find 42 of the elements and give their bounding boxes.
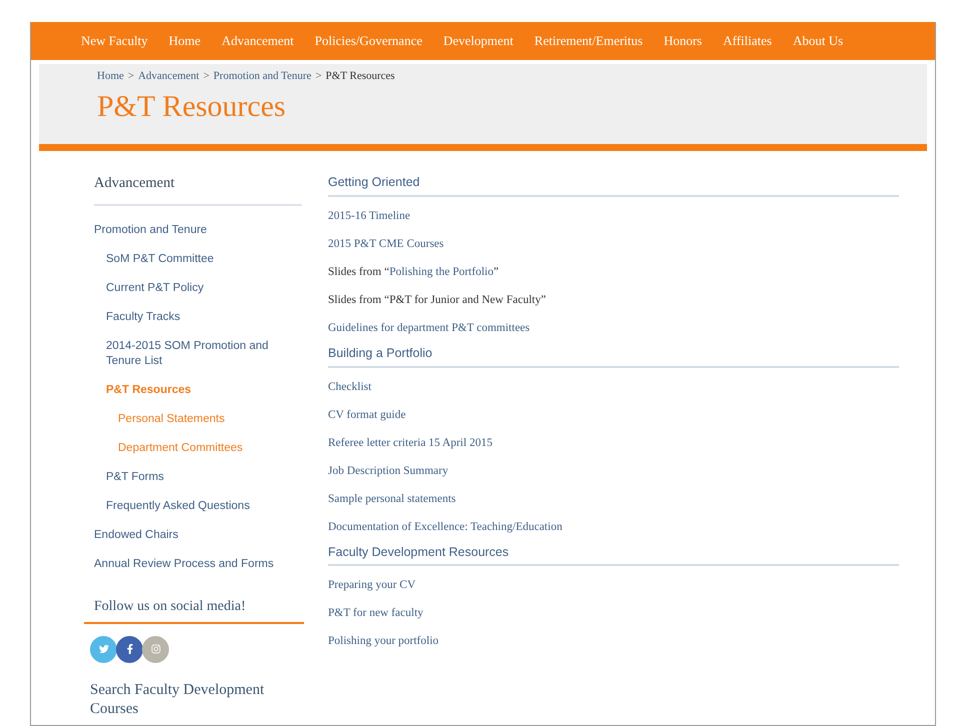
- sidebar-link[interactable]: SoM P&T Committee: [94, 244, 302, 274]
- sidebar-link[interactable]: Endowed Chairs: [94, 520, 302, 550]
- sidebar-link[interactable]: Frequently Asked Questions: [94, 492, 302, 521]
- resource-text: Slides from “P&T for Junior and New Faculty”: [328, 292, 547, 308]
- breadcrumb-separator: >: [315, 69, 322, 84]
- section-heading: Building a Portfolio: [328, 344, 899, 368]
- section-heading: Getting Oriented: [328, 173, 899, 197]
- resource-link[interactable]: Guidelines for department P&T committees: [328, 314, 899, 342]
- facebook-button[interactable]: [116, 636, 143, 663]
- resource-link[interactable]: Polishing your portfolio: [328, 627, 899, 656]
- resource-text: Slides from “Polishing the Portfolio”: [328, 264, 500, 280]
- sidebar-link[interactable]: Promotion and Tenure: [94, 216, 302, 245]
- resource-link[interactable]: Preparing your CV: [328, 571, 899, 600]
- sidebar-link[interactable]: Faculty Tracks: [94, 302, 302, 332]
- sidebar-link[interactable]: Current P&T Policy: [94, 274, 302, 303]
- camera-icon: [150, 644, 160, 654]
- resource-link[interactable]: Referee letter criteria 15 April 2015: [328, 428, 899, 456]
- breadcrumb-separator: >: [203, 69, 210, 84]
- resource-link[interactable]: Sample personal statements: [328, 484, 899, 512]
- breadcrumb-separator: >: [128, 69, 134, 84]
- resource-link[interactable]: P&T for new faculty: [328, 599, 899, 628]
- breadcrumb-link[interactable]: Advancement: [138, 68, 200, 84]
- sidebar-title: Advancement: [94, 173, 302, 206]
- search-title: Search Faculty Development Courses: [90, 680, 266, 719]
- resource-link[interactable]: Job Description Summary: [328, 456, 899, 484]
- breadcrumb-link[interactable]: Promotion and Tenure: [213, 68, 312, 84]
- sidebar-link[interactable]: P&T Forms: [94, 462, 302, 492]
- resource-link[interactable]: 2015 P&T CME Courses: [328, 230, 899, 258]
- resource-link[interactable]: CV format guide: [328, 400, 899, 428]
- breadcrumb-current: P&T Resources: [326, 69, 395, 84]
- bird-icon: [98, 644, 108, 654]
- page-title: P&T Resources: [97, 88, 287, 124]
- social-title: Follow us on social media!: [84, 596, 304, 624]
- section-heading: Faculty Development Resources: [328, 542, 899, 566]
- breadcrumb-link[interactable]: Home: [97, 68, 124, 84]
- resource-link[interactable]: Checklist: [328, 372, 899, 400]
- resource-link[interactable]: 2015-16 Timeline: [328, 202, 899, 230]
- resource-link[interactable]: Documentation of Excellence: Teaching/Education: [328, 512, 899, 540]
- sidebar-link[interactable]: 2014-2015 SOM Promotion and Tenure List: [94, 332, 302, 376]
- letter-f-icon: [124, 644, 134, 654]
- sidebar-link[interactable]: Annual Review Process and Forms: [94, 550, 302, 579]
- resource-link[interactable]: Polishing the Portfolio: [389, 266, 494, 278]
